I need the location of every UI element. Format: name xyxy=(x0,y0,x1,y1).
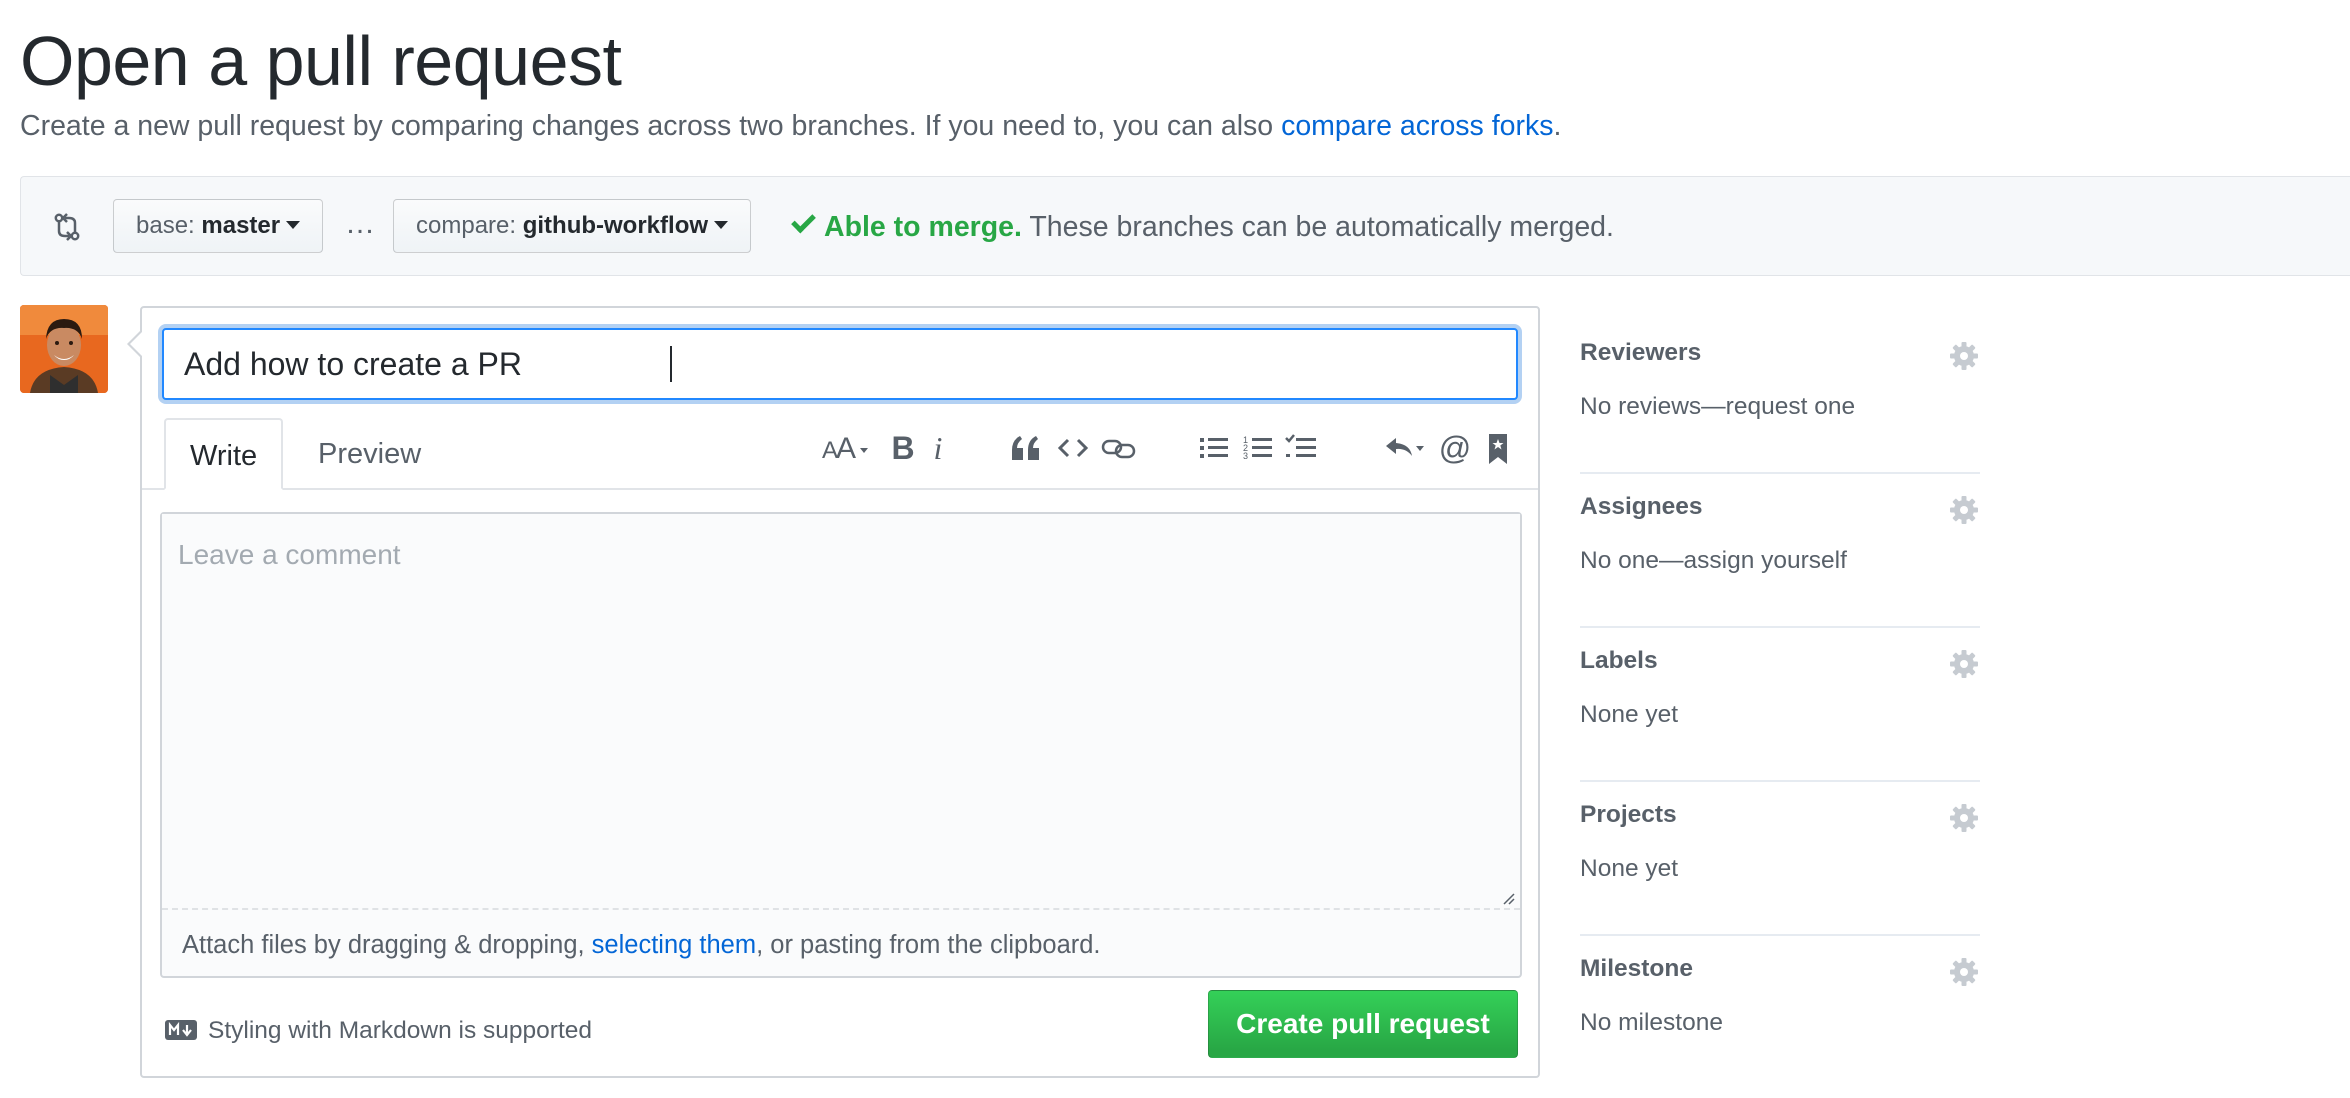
comment-placeholder: Leave a comment xyxy=(178,539,401,570)
comment-box: Leave a comment Attach files by dragging… xyxy=(160,512,1522,978)
check-icon xyxy=(791,208,816,234)
sidebar-heading-projects[interactable]: Projects xyxy=(1580,798,1677,832)
markdown-icon xyxy=(165,1019,197,1040)
sidebar-assignees: Assignees No one—assign yourself xyxy=(1580,474,1980,628)
text-cursor xyxy=(670,346,672,382)
merge-description: These branches can be automatically merg… xyxy=(1021,211,1614,243)
base-branch-name: master xyxy=(201,212,281,239)
base-prefix: base: xyxy=(136,212,202,239)
page-subtitle: Create a new pull request by comparing c… xyxy=(20,108,1561,144)
sidebar-labels: Labels None yet xyxy=(1580,628,1980,782)
markdown-note-text: Styling with Markdown is supported xyxy=(208,1017,593,1044)
sidebar-projects: Projects None yet xyxy=(1580,782,1980,936)
svg-text:3: 3 xyxy=(1243,451,1248,461)
sidebar-reviewers: Reviewers No reviews—request one xyxy=(1580,320,1980,474)
sidebar-value-assignees[interactable]: No one—assign yourself xyxy=(1580,544,1847,578)
tab-write[interactable]: Write xyxy=(164,418,284,490)
pr-composer: Write Preview AA B i 123 @ Leave a comme… xyxy=(140,306,1540,1078)
reply-icon[interactable] xyxy=(1382,426,1430,470)
sidebar-value-reviewers[interactable]: No reviews—request one xyxy=(1580,390,1855,424)
tab-preview[interactable]: Preview xyxy=(294,418,445,490)
subtitle-text: Create a new pull request by comparing c… xyxy=(20,110,1282,142)
compare-branch-select[interactable]: compare: github-workflow xyxy=(393,199,752,253)
task-list-icon[interactable] xyxy=(1284,426,1318,470)
sidebar-heading-assignees[interactable]: Assignees xyxy=(1580,490,1703,524)
quote-icon[interactable] xyxy=(1008,426,1044,470)
compare-prefix: compare: xyxy=(416,212,523,239)
gear-icon[interactable] xyxy=(1948,340,1980,372)
comment-textarea[interactable] xyxy=(162,514,1520,910)
link-icon[interactable] xyxy=(1100,426,1138,470)
composer-pointer-fill xyxy=(130,332,142,356)
sidebar-heading-milestone[interactable]: Milestone xyxy=(1580,952,1693,986)
base-branch-select[interactable]: base: master xyxy=(113,199,324,253)
italic-icon[interactable]: i xyxy=(928,426,948,470)
subtitle-suffix: . xyxy=(1553,110,1562,142)
compare-forks-link[interactable]: compare across forks xyxy=(1281,110,1553,142)
sidebar-value-labels: None yet xyxy=(1580,701,1679,728)
chevron-down-icon xyxy=(714,220,729,229)
discussion-sidebar: Reviewers No reviews—request one Assigne… xyxy=(1580,320,1980,1090)
create-pull-request-button[interactable]: Create pull request xyxy=(1208,990,1518,1058)
gear-icon[interactable] xyxy=(1948,956,1980,988)
attach-suffix: , or pasting from the clipboard. xyxy=(756,931,1101,959)
text-size-icon[interactable]: AA xyxy=(820,426,880,470)
bookmark-icon[interactable] xyxy=(1484,426,1512,470)
bold-icon[interactable]: B xyxy=(890,426,916,470)
merge-ok-label: Able to merge. xyxy=(824,211,1022,243)
page-title: Open a pull request xyxy=(20,22,622,100)
sidebar-heading-labels[interactable]: Labels xyxy=(1580,644,1658,678)
code-icon[interactable] xyxy=(1056,426,1090,470)
compare-branch-name: github-workflow xyxy=(522,212,709,239)
branch-range-bar: base: master … compare: github-workflow … xyxy=(20,176,2350,276)
ordered-list-icon[interactable]: 123 xyxy=(1242,426,1274,470)
avatar[interactable] xyxy=(20,305,108,393)
mention-icon[interactable]: @ xyxy=(1438,426,1472,470)
gear-icon[interactable] xyxy=(1948,802,1980,834)
gear-icon[interactable] xyxy=(1948,494,1980,526)
sidebar-milestone: Milestone No milestone xyxy=(1580,936,1980,1090)
chevron-down-icon xyxy=(286,220,301,229)
attach-prefix: Attach files by dragging & dropping, xyxy=(182,931,592,959)
markdown-note[interactable]: Styling with Markdown is supported xyxy=(164,1014,592,1048)
gear-icon[interactable] xyxy=(1948,648,1980,680)
sidebar-value-milestone: No milestone xyxy=(1580,1009,1723,1036)
compare-icon xyxy=(54,213,80,241)
sidebar-heading-reviewers[interactable]: Reviewers xyxy=(1580,336,1701,370)
unordered-list-icon[interactable] xyxy=(1198,426,1230,470)
avatar-image xyxy=(20,305,108,393)
pr-title-input[interactable] xyxy=(162,328,1518,400)
sidebar-value-projects: None yet xyxy=(1580,855,1679,882)
range-separator: … xyxy=(345,207,375,240)
attach-files-text: Attach files by dragging & dropping, sel… xyxy=(182,928,1101,962)
resize-handle-icon[interactable] xyxy=(1500,890,1516,906)
merge-status: Able to merge. These branches can be aut… xyxy=(791,208,1614,245)
select-files-link[interactable]: selecting them xyxy=(592,931,756,959)
svg-text:A: A xyxy=(836,432,856,465)
